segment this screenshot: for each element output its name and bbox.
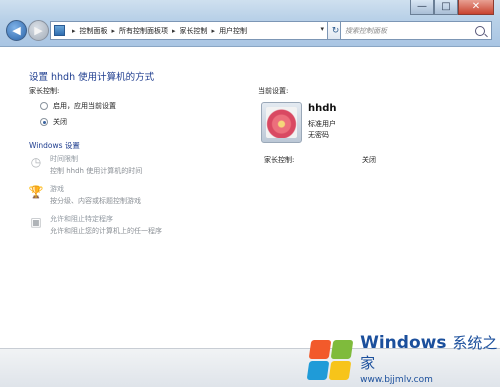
trophy-icon: 🏆	[28, 185, 44, 199]
radio-circle-selected[interactable]	[40, 118, 48, 126]
user-avatar	[261, 102, 302, 143]
minimize-button[interactable]: —	[410, 0, 434, 15]
parental-status-value: 关闭	[362, 156, 376, 164]
setting-games[interactable]: 🏆 游戏 按分级、内容或标题控制游戏	[29, 184, 141, 206]
address-bar[interactable]: ▸ 控制面板 ▸ 所有控制面板项 ▸ 家长控制 ▸ 用户控制 ▾	[50, 21, 328, 40]
control-panel-icon	[54, 25, 65, 36]
user-type: 标准用户	[308, 120, 336, 128]
current-settings-label: 当前设置:	[258, 87, 289, 95]
main-content: 设置 hhdh 使用计算机的方式 家长控制: 启用，应用当前设置 关闭 Wind…	[0, 47, 500, 347]
radio-circle[interactable]	[40, 102, 48, 110]
back-arrow-icon: ◀	[12, 24, 21, 37]
search-icon[interactable]	[475, 25, 485, 36]
setting-title[interactable]: 允许和阻止特定程序	[50, 214, 162, 224]
parental-controls-label: 家长控制:	[29, 87, 60, 95]
radio-off-label[interactable]: 关闭	[53, 117, 67, 127]
breadcrumb-separator[interactable]: ▸	[212, 27, 216, 35]
radio-off[interactable]: 关闭	[40, 117, 67, 127]
window-controls: — □ ✕	[410, 0, 494, 15]
setting-programs[interactable]: ▣ 允许和阻止特定程序 允许和阻止您的计算机上的任一程序	[29, 214, 162, 236]
watermark-url: www.bjjmlv.com	[360, 374, 433, 385]
breadcrumb-separator[interactable]: ▸	[172, 27, 176, 35]
minimize-icon: —	[417, 1, 427, 12]
user-password-status: 无密码	[308, 131, 329, 139]
setting-title[interactable]: 时间限制	[50, 154, 142, 164]
forward-arrow-icon: ▶	[34, 24, 43, 37]
radio-enable-label[interactable]: 启用，应用当前设置	[53, 101, 116, 111]
breadcrumb-separator[interactable]: ▸	[72, 27, 76, 35]
flower-picture-icon	[266, 107, 297, 138]
clock-icon: ◷	[30, 155, 42, 169]
windows-logo-icon	[306, 336, 354, 382]
watermark: Windows 系统之家 www.bjjmlv.com	[306, 331, 500, 386]
windows-settings-heading: Windows 设置	[29, 141, 80, 150]
breadcrumb-separator[interactable]: ▸	[112, 27, 116, 35]
breadcrumb-item-control-panel[interactable]: 控制面板	[80, 26, 108, 36]
watermark-brand: Windows	[360, 332, 447, 353]
back-button[interactable]: ◀	[6, 20, 27, 41]
title-bar: — □ ✕ ◀ ▶ ▾ ▸ 控制面板 ▸ 所有控制面板项 ▸ 家长控制 ▸ 用户…	[0, 0, 500, 47]
maximize-button[interactable]: □	[434, 0, 458, 15]
parental-status-label: 家长控制:	[264, 156, 295, 164]
search-input[interactable]: 搜索控制面板	[340, 21, 492, 40]
close-icon: ✕	[471, 1, 481, 12]
user-name: hhdh	[308, 103, 337, 114]
setting-description: 控制 hhdh 使用计算机的时间	[50, 167, 143, 175]
breadcrumb-item-parental-controls[interactable]: 家长控制	[180, 26, 208, 36]
control-panel-window: — □ ✕ ◀ ▶ ▾ ▸ 控制面板 ▸ 所有控制面板项 ▸ 家长控制 ▸ 用户…	[0, 0, 500, 387]
program-icon: ▣	[30, 215, 42, 229]
navigation-buttons: ◀ ▶ ▾	[6, 20, 55, 41]
refresh-icon: ↻	[331, 25, 340, 36]
page-title: 设置 hhdh 使用计算机的方式	[29, 72, 155, 83]
search-placeholder: 搜索控制面板	[345, 26, 387, 35]
radio-enable[interactable]: 启用，应用当前设置	[40, 101, 116, 111]
setting-description: 按分级、内容或标题控制游戏	[50, 197, 141, 205]
setting-description: 允许和阻止您的计算机上的任一程序	[50, 227, 162, 235]
setting-time-limits[interactable]: ◷ 时间限制 控制 hhdh 使用计算机的时间	[29, 154, 142, 176]
maximize-icon: □	[441, 1, 451, 12]
forward-button[interactable]: ▶	[28, 20, 49, 41]
close-button[interactable]: ✕	[458, 0, 494, 15]
address-dropdown-icon[interactable]: ▾	[320, 25, 324, 33]
breadcrumb-item-user-controls[interactable]: 用户控制	[219, 26, 247, 36]
setting-title[interactable]: 游戏	[50, 184, 141, 194]
breadcrumb-item-all-items[interactable]: 所有控制面板项	[119, 26, 168, 36]
